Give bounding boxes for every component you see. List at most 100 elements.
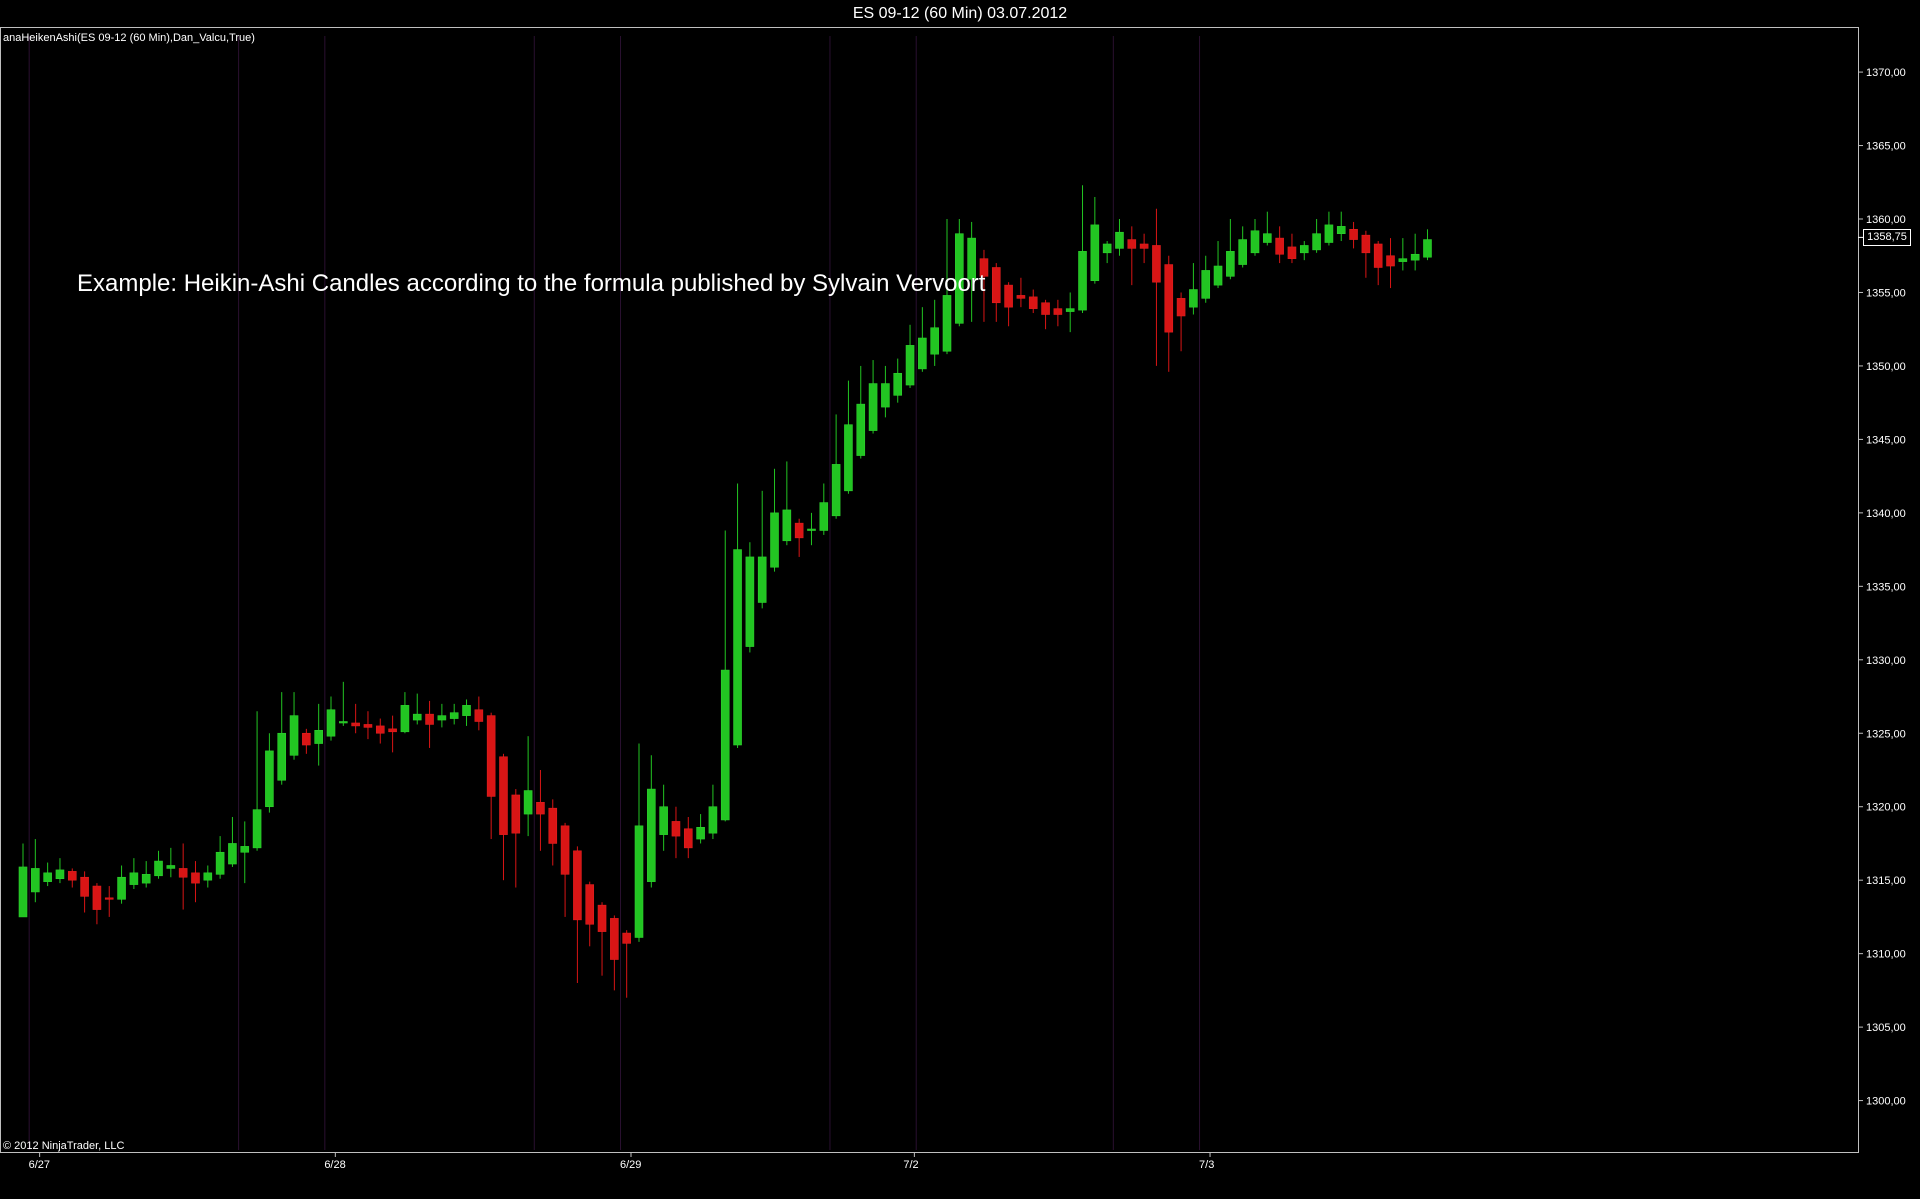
candle-up [757,490,767,609]
candle-body [1410,253,1420,261]
time-axis: 6/27 6/28 6/29 7/2 7/3 [29,1152,1214,1171]
candle-up [819,483,829,535]
candle-body [252,809,262,849]
candle-up [831,414,841,519]
candle-up [696,814,705,844]
candle-up [856,365,866,459]
candle-body [375,725,385,734]
candle-body [326,709,336,737]
candle-up [1226,219,1235,280]
candle-body [1312,233,1321,251]
chart-annotation: Example: Heikin-Ashi Candles according t… [77,270,986,297]
candle-down [1041,299,1050,330]
candle-down [610,915,619,991]
candle-body [240,846,250,853]
candle-body [80,876,89,897]
candle-up [437,703,447,728]
candle-body [720,669,730,821]
candle-up [1189,263,1198,315]
candle-up [314,703,323,766]
candle-body [536,802,545,815]
candle-up [1324,211,1334,246]
candle-body [1016,295,1026,299]
candle-body [930,327,939,355]
candle-body [905,345,915,386]
candle-body [881,383,890,408]
candle-up [893,358,903,403]
candle-up [412,693,422,725]
candle-down [1373,241,1383,286]
candle-body [671,821,681,837]
candle-up [228,817,237,867]
candle-body [141,874,151,884]
y-tick-label: 1320,00 [1866,802,1906,814]
candle-body [942,295,952,352]
candle-down [499,753,508,881]
candle-up [1263,211,1272,246]
candle-up [1201,255,1211,303]
candle-body [277,732,287,781]
candle-body [314,730,323,744]
candle-up [782,461,792,546]
y-tick-label: 1310,00 [1866,949,1906,961]
y-tick-label: 1355,00 [1866,287,1906,299]
candle-body [388,728,397,733]
candle-down [486,712,496,840]
candle-up [1115,219,1124,256]
candle-down [622,930,631,998]
candle-body [462,705,471,716]
candle-body [918,337,927,370]
candle-body [104,897,114,900]
candle-down [1275,226,1284,264]
candle-body [647,788,656,882]
candle-down [302,728,311,754]
candle-down [1287,233,1297,264]
price-axis: 1300,00 1305,00 1310,00 1315,00 1320,00 1325,… [1858,67,1906,1108]
candle-body [708,806,718,834]
candle-body [1423,239,1432,258]
candle-body [129,872,139,885]
candle-down [548,799,558,866]
candle-body [43,872,52,882]
candle-body [425,713,434,725]
candle-body [659,806,668,835]
candle-up [55,858,65,884]
y-tick-label: 1315,00 [1866,875,1906,887]
candle-down [425,700,434,748]
candle-down [375,718,385,744]
candle-up [745,542,755,653]
y-tick-label: 1365,00 [1866,141,1906,153]
candle-up [18,843,28,918]
candle-body [1398,258,1408,262]
heikin-ashi-chart[interactable]: 1300,00 1305,00 1310,00 1315,00 1320,00 1325,… [0,0,1920,1199]
candle-up [881,365,890,418]
candle-body [991,267,1001,304]
candle-body [794,522,804,539]
candle-body [289,715,299,756]
candle-up [129,858,139,889]
candle-body [585,884,595,925]
candle-body [1250,230,1260,254]
x-tick-label: 7/3 [1199,1159,1214,1171]
candle-body [1324,224,1334,243]
candle-body [166,865,176,869]
candle-up [634,743,644,942]
candle-down [351,703,360,734]
candle-down [104,886,114,917]
candle-up [1299,241,1309,261]
candle-body [1349,228,1358,240]
candle-body [486,715,496,797]
candle-up [117,865,126,904]
candle-body [868,383,878,431]
candle-body [511,794,521,834]
candle-body [1004,284,1013,308]
candle-body [597,904,607,932]
candle-body [1336,226,1346,234]
candle-body [1275,237,1284,255]
candle-body [215,851,225,875]
candle-up [868,360,878,434]
candle-body [819,502,829,531]
candle-body [499,756,508,835]
candle-up [1250,219,1260,256]
candle-body [18,866,28,918]
